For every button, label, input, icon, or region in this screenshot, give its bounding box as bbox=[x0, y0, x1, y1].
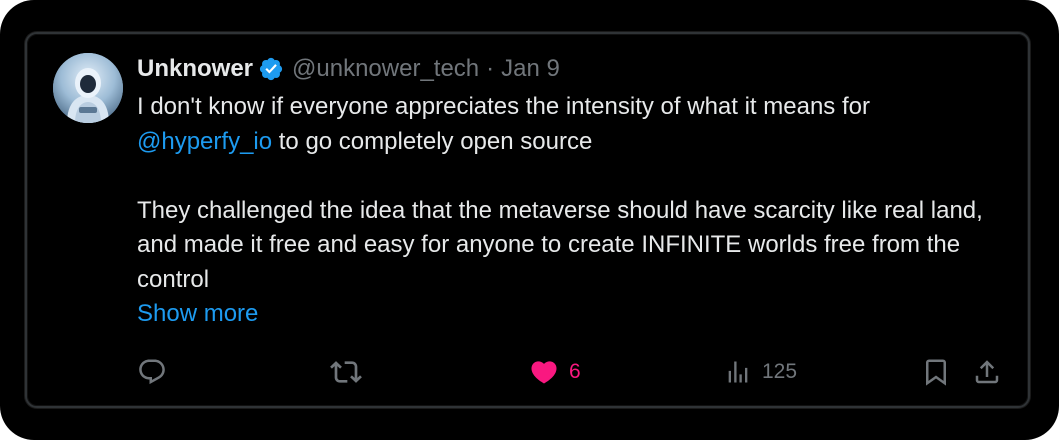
bookmark-button[interactable] bbox=[921, 352, 951, 392]
share-button[interactable] bbox=[972, 352, 1002, 392]
avatar-image bbox=[53, 53, 123, 123]
tweet-content: Unknower @unknower_tech · Jan 9 I don't … bbox=[137, 52, 1017, 331]
avatar[interactable] bbox=[53, 53, 123, 123]
views-count: 125 bbox=[762, 360, 798, 383]
tweet-text-part: I don't know if everyone appreciates the… bbox=[137, 93, 870, 120]
retweet-button[interactable] bbox=[330, 352, 362, 392]
reply-button[interactable] bbox=[137, 352, 167, 392]
tweet-paragraph-2: They challenged the idea that the metave… bbox=[137, 196, 983, 293]
header-separator: · bbox=[486, 55, 495, 82]
tweet-paragraph-1: I don't know if everyone appreciates the… bbox=[137, 90, 1017, 159]
verified-badge-icon bbox=[259, 57, 283, 81]
tweet-text: I don't know if everyone appreciates the… bbox=[137, 90, 1017, 297]
like-count: 6 bbox=[569, 360, 581, 383]
tweet-actions: 6 125 bbox=[0, 352, 1059, 392]
views-icon bbox=[728, 361, 748, 383]
heart-filled-icon bbox=[531, 361, 557, 384]
bookmark-icon bbox=[926, 359, 946, 386]
tweet-header: Unknower @unknower_tech · Jan 9 bbox=[137, 52, 1017, 86]
author-handle[interactable]: @unknower_tech bbox=[292, 55, 479, 83]
mention-link[interactable]: @hyperfy_io bbox=[137, 128, 272, 155]
show-more-link[interactable]: Show more bbox=[137, 297, 258, 331]
reply-icon bbox=[139, 359, 165, 385]
views-button[interactable]: 125 bbox=[724, 352, 797, 392]
tweet-date[interactable]: Jan 9 bbox=[501, 55, 560, 83]
share-icon bbox=[975, 360, 999, 384]
tweet-text-part: to go completely open source bbox=[272, 127, 593, 155]
retweet-icon bbox=[330, 361, 362, 383]
like-button[interactable]: 6 bbox=[529, 352, 581, 392]
author-name[interactable]: Unknower bbox=[137, 55, 253, 83]
